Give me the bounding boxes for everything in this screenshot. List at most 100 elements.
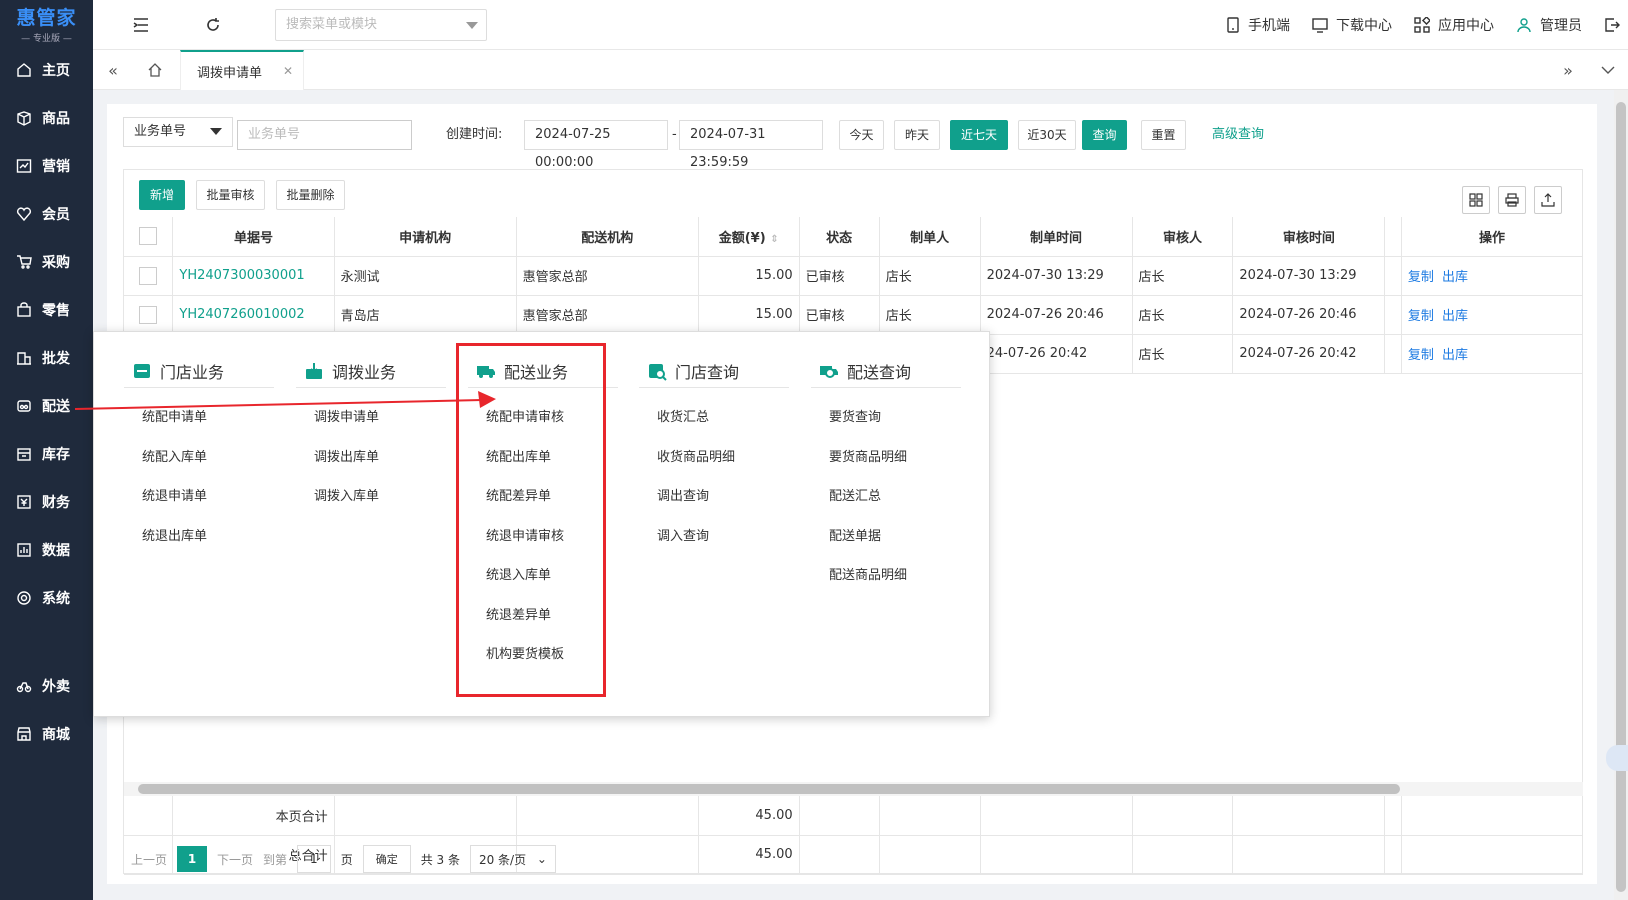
batch-audit-button[interactable]: 批量审核 bbox=[196, 180, 265, 210]
goto-page-input[interactable]: 1 bbox=[297, 845, 331, 873]
next-page-button[interactable]: 下一页 bbox=[217, 851, 253, 868]
vertical-scrollbar[interactable] bbox=[1614, 90, 1628, 900]
export-icon[interactable] bbox=[1534, 186, 1562, 214]
menu-item[interactable]: 配送汇总 bbox=[811, 477, 961, 517]
date-from-input[interactable]: 2024-07-25 00:00:00 bbox=[524, 120, 668, 170]
sidebar-item-data[interactable]: 数据 bbox=[0, 526, 93, 574]
logout-button[interactable] bbox=[1604, 17, 1620, 33]
home-tab-icon[interactable] bbox=[135, 50, 175, 90]
user-menu[interactable]: 管理员 bbox=[1516, 15, 1582, 35]
page-size-select[interactable]: 20 条/页 ⌄ bbox=[469, 845, 556, 873]
doc-type-select[interactable]: 业务单号 bbox=[123, 117, 233, 147]
sidebar-item-wholesale[interactable]: 批发 bbox=[0, 334, 93, 382]
goto-confirm-button[interactable]: 确定 bbox=[362, 845, 411, 873]
menu-item[interactable]: 配送商品明细 bbox=[811, 556, 961, 596]
status-cell: 已审核 bbox=[799, 295, 880, 335]
mobile-link[interactable]: 手机端 bbox=[1226, 15, 1290, 35]
col-header[interactable]: 制单时间 bbox=[980, 217, 1133, 257]
sidebar-item-label: 财务 bbox=[42, 495, 70, 511]
sidebar-item-mall[interactable]: 商城 bbox=[0, 710, 93, 758]
row-checkbox[interactable] bbox=[139, 305, 158, 324]
menu-item[interactable]: 调拨出库单 bbox=[296, 438, 446, 478]
user-icon bbox=[1517, 18, 1531, 33]
outbound-link[interactable]: 出库 bbox=[1442, 270, 1468, 285]
sidebar-item-retail[interactable]: 零售 bbox=[0, 286, 93, 334]
outbound-link[interactable]: 出库 bbox=[1442, 309, 1468, 324]
yesterday-button[interactable]: 昨天 bbox=[894, 120, 940, 150]
menu-item[interactable]: 收货汇总 bbox=[639, 398, 789, 438]
actions-cell: 复制 出库 bbox=[1401, 295, 1584, 335]
close-icon[interactable]: ✕ bbox=[283, 64, 293, 78]
refresh-icon[interactable] bbox=[198, 10, 228, 40]
doc-no-link[interactable]: YH2407300030001 bbox=[172, 256, 335, 296]
logo[interactable]: 惠管家 — 专业版 — bbox=[0, 0, 93, 46]
table-row[interactable]: YH2407300030001 永测试 惠管家总部 15.00 已审核 店长 2… bbox=[124, 256, 1584, 296]
building-icon bbox=[16, 350, 32, 366]
app-center-link[interactable]: 应用中心 bbox=[1414, 15, 1494, 35]
advanced-query-link[interactable]: 高级查询 bbox=[1212, 120, 1264, 150]
copy-link[interactable]: 复制 bbox=[1408, 309, 1434, 324]
columns-icon[interactable] bbox=[1462, 186, 1490, 214]
sort-icon[interactable]: ⇕ bbox=[770, 234, 778, 245]
menu-item[interactable]: 要货查询 bbox=[811, 398, 961, 438]
tabs-scroll-left-icon[interactable]: « bbox=[93, 50, 133, 90]
menu-item[interactable]: 统配入库单 bbox=[124, 438, 274, 478]
doc-no-input[interactable]: 业务单号 bbox=[237, 120, 412, 150]
col-header[interactable]: 状态 bbox=[799, 217, 880, 257]
sidebar-item-system[interactable]: 系统 bbox=[0, 574, 93, 622]
print-icon[interactable] bbox=[1498, 186, 1526, 214]
sidebar-item-finance[interactable]: 财务 bbox=[0, 478, 93, 526]
tab-transfer-request[interactable]: 调拨申请单 ✕ bbox=[180, 50, 304, 90]
prev-page-button[interactable]: 上一页 bbox=[131, 851, 167, 868]
sidebar-item-member[interactable]: 会员 bbox=[0, 190, 93, 238]
scrollbar-thumb[interactable] bbox=[138, 784, 1400, 794]
menu-item[interactable]: 收货商品明细 bbox=[639, 438, 789, 478]
sidebar-item-takeout[interactable]: 外卖 bbox=[0, 662, 93, 710]
store-icon bbox=[132, 361, 152, 381]
add-button[interactable]: 新增 bbox=[139, 180, 185, 210]
row-checkbox[interactable] bbox=[139, 266, 158, 285]
batch-delete-button[interactable]: 批量删除 bbox=[276, 180, 345, 210]
sidebar-item-purchase[interactable]: 采购 bbox=[0, 238, 93, 286]
chevron-down-icon[interactable] bbox=[1588, 50, 1628, 90]
query-button[interactable]: 查询 bbox=[1082, 120, 1127, 150]
menu-column-header: 门店查询 bbox=[639, 360, 789, 388]
sidebar-item-stock[interactable]: 库存 bbox=[0, 430, 93, 478]
menu-item[interactable]: 统退出库单 bbox=[124, 517, 274, 557]
copy-link[interactable]: 复制 bbox=[1408, 270, 1434, 285]
last-7-days-button[interactable]: 近七天 bbox=[950, 120, 1008, 150]
select-all-checkbox[interactable] bbox=[139, 227, 158, 246]
menu-item[interactable]: 调拨入库单 bbox=[296, 477, 446, 517]
sidebar-item-marketing[interactable]: 营销 bbox=[0, 142, 93, 190]
menu-search-input[interactable]: 搜索菜单或模块 bbox=[275, 9, 487, 41]
col-header[interactable]: 审核人 bbox=[1132, 217, 1234, 257]
doc-no-link[interactable]: YH2407260010002 bbox=[172, 295, 335, 335]
last-30-days-button[interactable]: 近30天 bbox=[1018, 120, 1076, 150]
horizontal-scrollbar[interactable] bbox=[124, 782, 1583, 796]
assistant-bubble-icon[interactable] bbox=[1606, 745, 1628, 771]
menu-item[interactable]: 调入查询 bbox=[639, 517, 789, 557]
sidebar-item-goods[interactable]: 商品 bbox=[0, 94, 93, 142]
page-number-current[interactable]: 1 bbox=[177, 846, 208, 872]
table-row[interactable]: YH2407260010002 青岛店 惠管家总部 15.00 已审核 店长 2… bbox=[124, 295, 1584, 335]
menu-item[interactable]: 统退申请单 bbox=[124, 477, 274, 517]
sidebar-item-home[interactable]: 主页 bbox=[0, 46, 93, 94]
copy-link[interactable]: 复制 bbox=[1408, 348, 1434, 363]
col-header[interactable]: 制单人 bbox=[879, 217, 981, 257]
menu-collapse-icon[interactable] bbox=[126, 10, 156, 40]
menu-item[interactable]: 配送单据 bbox=[811, 517, 961, 557]
menu-item[interactable]: 调出查询 bbox=[639, 477, 789, 517]
col-header[interactable]: 申请机构 bbox=[334, 217, 517, 257]
col-header-amount[interactable]: 金额(¥) ⇕ bbox=[698, 217, 800, 257]
col-header[interactable]: 审核时间 bbox=[1232, 217, 1386, 257]
reset-button[interactable]: 重置 bbox=[1141, 120, 1186, 150]
menu-item[interactable]: 要货商品明细 bbox=[811, 438, 961, 478]
col-header[interactable]: 单据号 bbox=[172, 217, 335, 257]
tabs-scroll-right-icon[interactable]: » bbox=[1548, 50, 1588, 90]
scrollbar-thumb[interactable] bbox=[1616, 102, 1626, 892]
today-button[interactable]: 今天 bbox=[839, 120, 884, 150]
date-to-input[interactable]: 2024-07-31 23:59:59 bbox=[679, 120, 823, 170]
col-header[interactable]: 配送机构 bbox=[516, 217, 699, 257]
outbound-link[interactable]: 出库 bbox=[1442, 348, 1468, 363]
download-center-link[interactable]: 下载中心 bbox=[1312, 15, 1392, 35]
